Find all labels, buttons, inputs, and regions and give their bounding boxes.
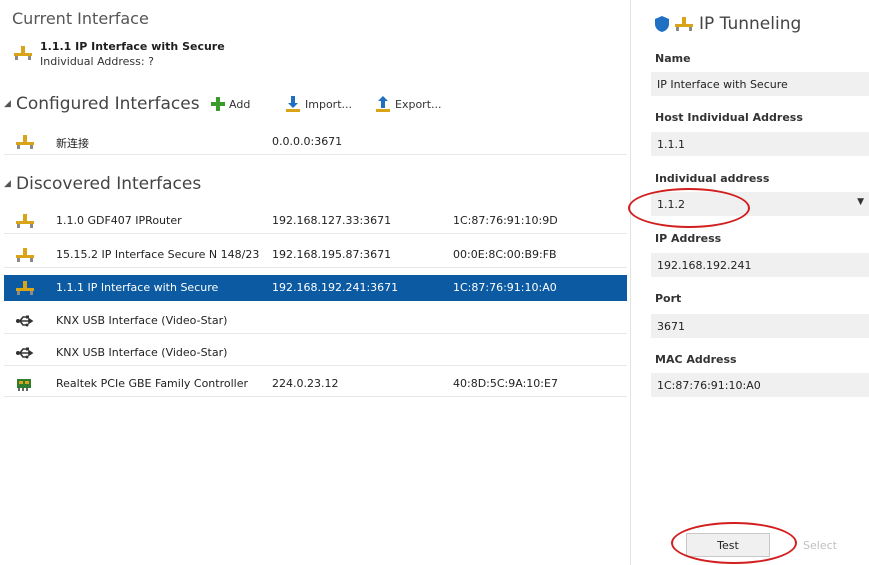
details-title: IP Tunneling: [655, 14, 801, 34]
ip-address-label: IP Address: [655, 232, 722, 245]
discovered-interface-row-selected[interactable]: 1.1.1 IP Interface with Secure 192.168.1…: [4, 275, 627, 301]
configured-interfaces-title: Configured Interfaces: [16, 94, 200, 114]
interface-mac: 40:8D:5C:9A:10:E7: [453, 377, 558, 390]
interface-address: 192.168.195.87:3671: [272, 248, 392, 261]
interface-mac: 1C:87:76:91:10:A0: [453, 281, 557, 294]
network-icon: [675, 17, 693, 31]
interface-name: KNX USB Interface (Video-Star): [56, 314, 228, 327]
import-button[interactable]: Import...: [285, 95, 352, 113]
add-label: Add: [229, 97, 251, 111]
export-icon: [376, 96, 390, 112]
network-card-icon: [17, 379, 31, 391]
annotation-circle-test-button: [671, 522, 797, 564]
network-icon: [16, 281, 34, 295]
discovered-interfaces-title: Discovered Interfaces: [16, 174, 202, 194]
interface-mac: 00:0E:8C:00:B9:FB: [453, 248, 557, 261]
interface-name: 新连接: [56, 137, 89, 150]
interface-details-panel: IP Tunneling Name IP Interface with Secu…: [630, 0, 869, 565]
configured-interface-row[interactable]: 新连接 0.0.0.0:3671: [4, 129, 627, 155]
discovered-interface-row[interactable]: Realtek PCIe GBE Family Controller 224.0…: [4, 371, 627, 397]
import-label: Import...: [305, 97, 352, 111]
network-icon: [14, 46, 32, 60]
network-icon: [16, 248, 34, 262]
annotation-circle-individual-address: [628, 188, 750, 228]
interface-address: 192.168.192.241:3671: [272, 281, 399, 294]
discovered-interface-row[interactable]: 15.15.2 IP Interface Secure N 148/23 192…: [4, 242, 627, 268]
individual-address-label: Individual address: [655, 172, 770, 185]
host-address-label: Host Individual Address: [655, 111, 803, 124]
shield-icon: [655, 16, 669, 32]
interface-name: KNX USB Interface (Video-Star): [56, 346, 228, 359]
current-interface-name: 1.1.1 IP Interface with Secure: [40, 40, 225, 53]
chevron-down-icon[interactable]: ▼: [857, 197, 864, 207]
interface-address: 192.168.127.33:3671: [272, 214, 392, 227]
name-field[interactable]: IP Interface with Secure: [651, 72, 869, 96]
mac-address-label: MAC Address: [655, 353, 737, 366]
interface-address: 0.0.0.0:3671: [272, 135, 343, 148]
add-button[interactable]: Add: [211, 95, 250, 113]
interface-mac: 1C:87:76:91:10:9D: [453, 214, 558, 227]
name-label: Name: [655, 52, 691, 65]
interface-name: 15.15.2 IP Interface Secure N 148/23: [56, 248, 260, 261]
plus-icon: [211, 97, 225, 111]
current-interface-title: Current Interface: [12, 9, 149, 28]
port-label: Port: [655, 292, 682, 305]
import-icon: [286, 96, 300, 112]
interfaces-panel: Current Interface 1.1.1 IP Interface wit…: [0, 0, 630, 565]
usb-icon: [16, 315, 34, 327]
interface-name: 1.1.1 IP Interface with Secure: [56, 281, 219, 294]
export-button[interactable]: Export...: [375, 95, 442, 113]
port-field[interactable]: 3671: [651, 314, 869, 338]
interface-address: 224.0.23.12: [272, 377, 339, 390]
discovered-interface-row[interactable]: KNX USB Interface (Video-Star): [4, 340, 627, 366]
details-title-text: IP Tunneling: [699, 14, 802, 34]
ip-address-field[interactable]: 192.168.192.241: [651, 253, 869, 277]
discovered-interface-row[interactable]: 1.1.0 GDF407 IPRouter 192.168.127.33:367…: [4, 208, 627, 234]
interface-name: Realtek PCIe GBE Family Controller: [56, 377, 249, 390]
discovered-interface-row[interactable]: KNX USB Interface (Video-Star): [4, 308, 627, 334]
discovered-interfaces-header[interactable]: ◢ Discovered Interfaces: [4, 174, 201, 194]
network-icon: [16, 214, 34, 228]
usb-icon: [16, 347, 34, 359]
interface-name: 1.1.0 GDF407 IPRouter: [56, 214, 182, 227]
network-icon: [16, 135, 34, 149]
configured-interfaces-header[interactable]: ◢ Configured Interfaces: [4, 94, 200, 114]
mac-address-field[interactable]: 1C:87:76:91:10:A0: [651, 373, 869, 397]
current-interface-address: Individual Address: ?: [40, 55, 154, 68]
collapse-triangle-icon[interactable]: ◢: [4, 179, 16, 189]
collapse-triangle-icon[interactable]: ◢: [4, 99, 16, 109]
host-address-field[interactable]: 1.1.1: [651, 132, 869, 156]
export-label: Export...: [395, 97, 442, 111]
